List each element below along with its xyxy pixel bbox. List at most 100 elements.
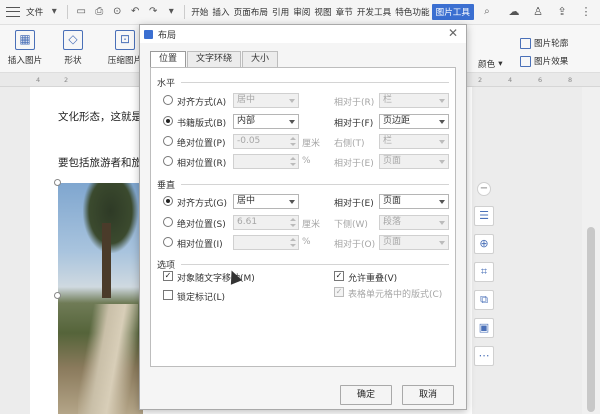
table-layout-checkbox[interactable]: ✓	[334, 287, 344, 297]
v-relative-unit: %	[302, 237, 311, 247]
picture-outline-button[interactable]: 图片轮廓	[520, 37, 568, 49]
tab-text-wrap[interactable]: 文字环绕	[187, 51, 242, 67]
h-relative-spinner[interactable]	[233, 154, 299, 169]
v-absolute-radio[interactable]	[163, 217, 173, 227]
h-book-layout-label: 书籍版式(B)	[177, 119, 227, 129]
resize-handle[interactable]	[54, 179, 61, 186]
h-align-rel-label: 相对于(R)	[334, 98, 375, 108]
h-align-select[interactable]: 居中	[233, 93, 299, 108]
chevron-down-icon	[439, 99, 445, 103]
tab-picture-tools[interactable]: 图片工具	[431, 4, 474, 20]
tab-references[interactable]: 引用	[270, 6, 291, 18]
h-relative-radio[interactable]	[163, 156, 173, 166]
tab-position[interactable]: 位置	[150, 51, 187, 68]
v-absolute-spinner[interactable]: 6.61	[233, 215, 299, 230]
v-align-select[interactable]: 居中	[233, 194, 299, 209]
vertical-section-title: 垂直	[157, 181, 176, 191]
convert-icon[interactable]: ⧉	[474, 290, 494, 310]
move-with-text-checkbox[interactable]: ✓	[163, 271, 173, 281]
spin-up-icon	[290, 218, 296, 221]
user-icon[interactable]: ♙	[530, 5, 546, 19]
selected-picture[interactable]	[58, 183, 143, 414]
v-relative-rel-label: 相对于(O)	[334, 240, 376, 250]
tab-insert[interactable]: 插入	[210, 6, 231, 18]
allow-overlap-checkbox[interactable]: ✓	[334, 271, 344, 281]
redo-icon[interactable]: ↷	[146, 5, 160, 19]
tab-size[interactable]: 大小	[242, 51, 279, 67]
options-section-title: 选项	[157, 261, 176, 271]
resize-handle[interactable]	[54, 292, 61, 299]
share-icon[interactable]: ⇪	[554, 5, 570, 19]
compress-icon: ⊡	[115, 30, 135, 50]
chevron-down-icon: ▾	[498, 59, 503, 69]
h-absolute-spinner[interactable]: -0.05	[233, 134, 299, 149]
v-align-radio[interactable]	[163, 196, 173, 206]
h-relative-unit: %	[302, 156, 311, 166]
menu-separator	[67, 5, 69, 19]
h-book-layout-select[interactable]: 内部	[233, 114, 299, 129]
hamburger-icon[interactable]	[6, 7, 20, 17]
print-icon[interactable]: ⎙	[92, 5, 106, 19]
v-relative-rel-select[interactable]: 页面	[379, 235, 449, 250]
tab-chapter[interactable]: 章节	[334, 6, 355, 18]
search-icon[interactable]: ⌕	[480, 5, 494, 19]
cloud-icon[interactable]: ☁	[506, 5, 522, 19]
doc-text-line[interactable]: 文化形态，这就是	[58, 109, 142, 124]
picture-icon[interactable]: ▣	[474, 318, 494, 338]
h-absolute-radio[interactable]	[163, 136, 173, 146]
chevron-down-icon	[439, 120, 445, 124]
dropdown-arrow-icon[interactable]: ▾	[47, 5, 61, 19]
dialog-title: 布局	[158, 30, 177, 41]
crop-icon[interactable]: ⌗	[474, 262, 494, 282]
tab-view[interactable]: 视图	[312, 6, 333, 18]
minus-circle-icon[interactable]: −	[477, 182, 491, 196]
tab-home[interactable]: 开始	[189, 6, 210, 18]
h-relative-rel-select[interactable]: 页面	[379, 154, 449, 169]
spin-up-icon	[290, 137, 296, 140]
shape-button[interactable]: ◇ 形状	[56, 30, 90, 66]
tab-page-layout[interactable]: 页面布局	[232, 6, 270, 18]
ok-button[interactable]: 确定	[340, 385, 392, 405]
h-book-layout-radio[interactable]	[163, 116, 173, 126]
wrap-icon[interactable]: ☰	[474, 206, 494, 226]
outline-icon	[520, 37, 531, 49]
zoom-icon[interactable]: ⊕	[474, 234, 494, 254]
menu-separator	[184, 5, 186, 19]
chevron-down-icon	[289, 120, 295, 124]
tab-developer[interactable]: 开发工具	[355, 6, 393, 18]
move-with-text-label: 对象随文字移动(M)	[177, 274, 255, 284]
v-align-label: 对齐方式(G)	[177, 199, 227, 209]
tab-special[interactable]: 特色功能	[393, 6, 431, 18]
picture-effect-button[interactable]: 图片效果	[520, 55, 568, 67]
file-menu[interactable]: 文件	[24, 6, 45, 18]
save-icon[interactable]: ▭	[74, 5, 88, 19]
insert-picture-button[interactable]: ▦ 插入图片	[2, 30, 48, 66]
undo-icon[interactable]: ↶	[128, 5, 142, 19]
v-align-rel-select[interactable]: 页面	[379, 194, 449, 209]
vertical-scrollbar[interactable]	[582, 87, 600, 414]
allow-overlap-label: 允许重叠(V)	[348, 274, 398, 284]
close-icon[interactable]: ✕	[448, 26, 458, 40]
more-icon[interactable]: ⋯	[474, 346, 494, 366]
h-absolute-unit: 厘米	[302, 139, 321, 149]
dropdown-arrow-icon[interactable]: ▾	[164, 5, 178, 19]
v-absolute-rel-select[interactable]: 段落	[379, 215, 449, 230]
h-align-rel-select[interactable]: 栏	[379, 93, 449, 108]
chevron-down-icon	[289, 200, 295, 204]
dialog-titlebar[interactable]: 布局 ✕	[140, 25, 466, 43]
chevron-down-icon	[439, 140, 445, 144]
h-book-layout-rel-select[interactable]: 页边距	[379, 114, 449, 129]
v-relative-spinner[interactable]	[233, 235, 299, 250]
tab-review[interactable]: 审阅	[291, 6, 312, 18]
h-absolute-rel-select[interactable]: 栏	[379, 134, 449, 149]
color-button[interactable]: 颜色 ▾	[478, 58, 503, 70]
lock-anchor-checkbox[interactable]	[163, 290, 173, 300]
v-relative-radio[interactable]	[163, 237, 173, 247]
cancel-button[interactable]: 取消	[402, 385, 454, 405]
more-icon[interactable]: ⋮	[578, 5, 594, 19]
h-align-radio[interactable]	[163, 95, 173, 105]
doc-text-line[interactable]: 要包括旅游者和旅	[58, 155, 142, 170]
print-preview-icon[interactable]: ⊙	[110, 5, 124, 19]
scrollbar-thumb[interactable]	[587, 227, 595, 412]
v-absolute-label: 绝对位置(S)	[177, 220, 226, 230]
